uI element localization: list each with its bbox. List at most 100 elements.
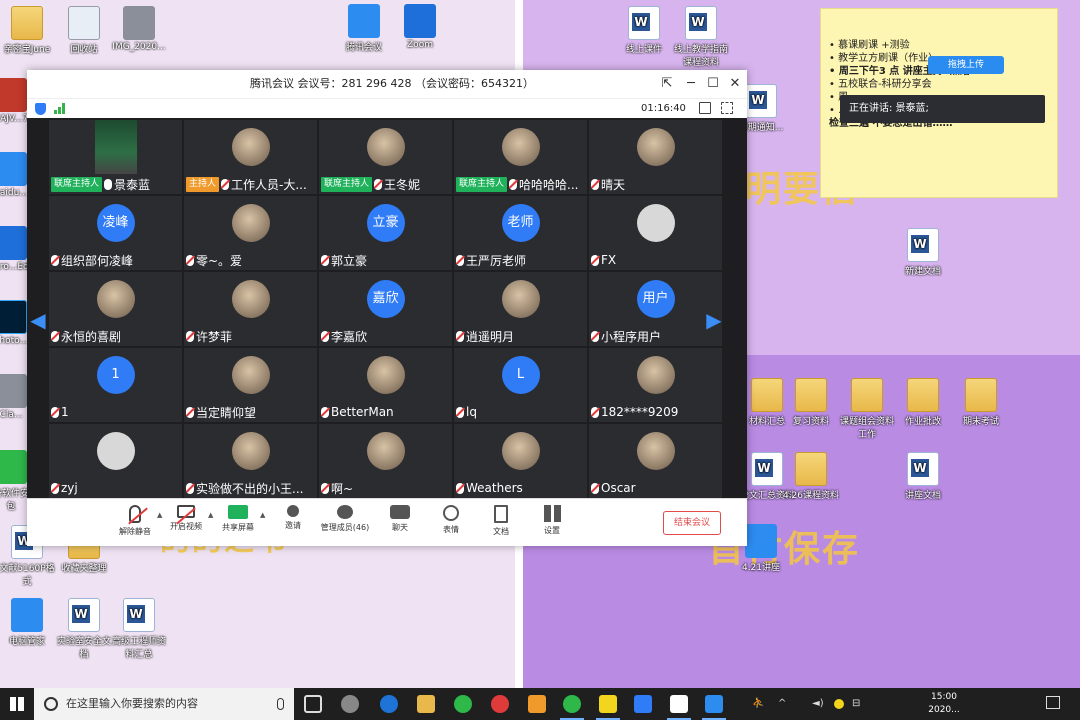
end-meeting-button[interactable]: 结束会议 — [663, 511, 721, 535]
microphone-icon[interactable] — [277, 698, 284, 710]
taskbar-search-box[interactable]: 在这里输入你要搜索的内容 — [34, 688, 294, 720]
pin-icon[interactable]: ⇱ — [655, 70, 679, 98]
desktop-icon[interactable]: 线上教学指南课程资料 — [670, 6, 732, 68]
layout-icon[interactable] — [699, 102, 711, 114]
tencent-meeting-icon[interactable] — [702, 695, 726, 720]
participant-tile[interactable]: 永恒的喜剧 — [49, 272, 182, 346]
desktop-icon[interactable]: 实验室安全文档 — [53, 598, 115, 660]
netease-music-icon[interactable] — [491, 695, 509, 713]
participant-tile[interactable]: Weathers — [454, 424, 587, 498]
add-person-icon — [287, 505, 299, 517]
start-video-button[interactable]: 开启视频 — [158, 505, 214, 532]
maximize-button[interactable]: ☐ — [701, 70, 725, 98]
ime-icon[interactable]: ⊟ — [852, 698, 860, 709]
participant-tile[interactable]: Llq — [454, 348, 587, 422]
participant-tile[interactable]: 逍遥明月 — [454, 272, 587, 346]
notification-center-icon[interactable] — [1046, 696, 1060, 709]
next-page-arrow-icon[interactable]: ▶ — [703, 290, 725, 350]
desktop-icon[interactable]: 讲座文档 — [892, 452, 954, 501]
word-icon — [123, 598, 155, 632]
participant-nameplate: Weathers — [456, 480, 585, 496]
avatar: 用户 — [636, 280, 675, 318]
participant-tile[interactable]: 零~。爱 — [184, 196, 317, 270]
person-icon[interactable]: ⛹ — [752, 698, 764, 709]
manage-members-button[interactable]: 管理成员(46) — [317, 505, 373, 533]
desktop-icon[interactable]: Zoom — [389, 4, 451, 50]
desktop-icon[interactable]: 期末考试 — [950, 378, 1012, 427]
desktop-icon[interactable]: 4.26课程资料 — [780, 452, 842, 501]
title-bar[interactable]: 腾讯会议 会议号：281 296 428 （会议密码：654321） ⇱ ─ ☐… — [27, 70, 747, 98]
folder-icon — [751, 378, 783, 412]
file-explorer-icon[interactable] — [417, 695, 435, 713]
desktop-icon[interactable]: 亲密宝June — [0, 6, 58, 55]
participant-tile[interactable]: zyj — [49, 424, 182, 498]
windows-start-icon[interactable] — [10, 697, 24, 711]
avatar — [366, 128, 405, 166]
volume-icon[interactable]: ◄) — [812, 698, 824, 709]
share-screen-button[interactable]: 共享屏幕 — [210, 505, 266, 533]
sticky-notes-icon[interactable] — [596, 695, 620, 720]
participant-tile[interactable]: 啊~ — [319, 424, 452, 498]
tray-expand-chevron-icon[interactable]: ^ — [778, 698, 786, 709]
desktop-icon[interactable]: 新建文档 — [892, 228, 954, 277]
participant-tile[interactable]: 当定睛仰望 — [184, 348, 317, 422]
desktop-icon[interactable]: 作业批改 — [892, 378, 954, 427]
participant-tile[interactable]: 联席主持人 王冬妮 — [319, 120, 452, 194]
invite-button[interactable]: 邀请 — [265, 505, 321, 531]
signal-icon[interactable] — [54, 103, 67, 114]
fullscreen-icon[interactable] — [721, 102, 733, 114]
participant-tile[interactable]: Oscar — [589, 424, 722, 498]
upload-button[interactable]: 拖拽上传 — [928, 56, 1004, 74]
bell-app-icon[interactable] — [528, 695, 546, 713]
docs-button[interactable]: 文档 — [473, 505, 529, 537]
desktop-icon[interactable]: IMG_2020... — [108, 6, 170, 52]
app-icon — [0, 152, 27, 186]
participant-tile[interactable]: 老师 王严厉老师 — [454, 196, 587, 270]
participant-tile[interactable]: 凌峰 组织部何凌峰 — [49, 196, 182, 270]
wechat-icon[interactable] — [560, 695, 584, 720]
participant-tile[interactable]: 主持人 工作人员-大... — [184, 120, 317, 194]
qihoo-browser-icon[interactable] — [454, 695, 472, 713]
chat-button[interactable]: 聊天 — [372, 505, 428, 533]
baidu-netdisk-icon[interactable] — [667, 695, 691, 720]
participant-tile[interactable]: 11 — [49, 348, 182, 422]
minimize-button[interactable]: ─ — [679, 70, 703, 98]
participant-tile[interactable]: BetterMan — [319, 348, 452, 422]
desktop-icon[interactable]: 腾讯会议 — [333, 4, 395, 53]
task-view-icon[interactable] — [304, 695, 322, 713]
tray-app-icon[interactable] — [834, 699, 844, 709]
muted-mic-icon — [456, 254, 464, 266]
default-avatar-icon — [636, 204, 675, 242]
participant-tile[interactable]: 立豪 郭立豪 — [319, 196, 452, 270]
muted-mic-icon — [221, 178, 230, 190]
participant-tile[interactable]: 晴天 — [589, 120, 722, 194]
desktop-icon[interactable]: 高级工程师资料汇总 — [108, 598, 170, 660]
settings-button[interactable]: 设置 — [524, 505, 580, 536]
participant-tile[interactable]: 许梦菲 — [184, 272, 317, 346]
desktop-icon[interactable]: 电脑管家 — [0, 598, 58, 647]
shield-icon[interactable] — [35, 103, 46, 115]
settings-label: 设置 — [544, 526, 560, 535]
participant-name: 1 — [61, 405, 69, 419]
participant-tile[interactable]: 联席主持人 景泰蓝 — [49, 120, 182, 194]
reactions-button[interactable]: 表情 — [423, 505, 479, 535]
participant-nameplate: 联席主持人 王冬妮 — [321, 176, 450, 192]
participant-tile[interactable]: 实验做不出的小王... — [184, 424, 317, 498]
pinwheel-app-icon[interactable] — [341, 695, 359, 713]
edge-browser-icon[interactable] — [380, 695, 398, 713]
taskbar-clock[interactable]: 15:00 2020... — [912, 691, 976, 717]
desktop-icon[interactable]: 课题组会资料工作 — [836, 378, 898, 440]
desktop-icon[interactable]: 线上课件 — [613, 6, 675, 55]
participant-tile[interactable]: FX — [589, 196, 722, 270]
participant-nameplate: zyj — [51, 480, 180, 496]
desktop-icon[interactable]: 复习资料 — [780, 378, 842, 427]
participant-tile[interactable]: 联席主持人 哈哈哈哈... — [454, 120, 587, 194]
unmute-button[interactable]: 解除静音 — [107, 505, 163, 537]
close-button[interactable]: ✕ — [723, 70, 747, 98]
participant-tile[interactable]: 嘉欣 李嘉欣 — [319, 272, 452, 346]
participant-tile[interactable]: 182****9209 — [589, 348, 722, 422]
prev-page-arrow-icon[interactable]: ◀ — [27, 290, 49, 350]
wps-writer-icon[interactable] — [634, 695, 652, 713]
desktop-icon[interactable]: 回收站 — [53, 6, 115, 55]
muted-mic-icon — [186, 254, 194, 266]
